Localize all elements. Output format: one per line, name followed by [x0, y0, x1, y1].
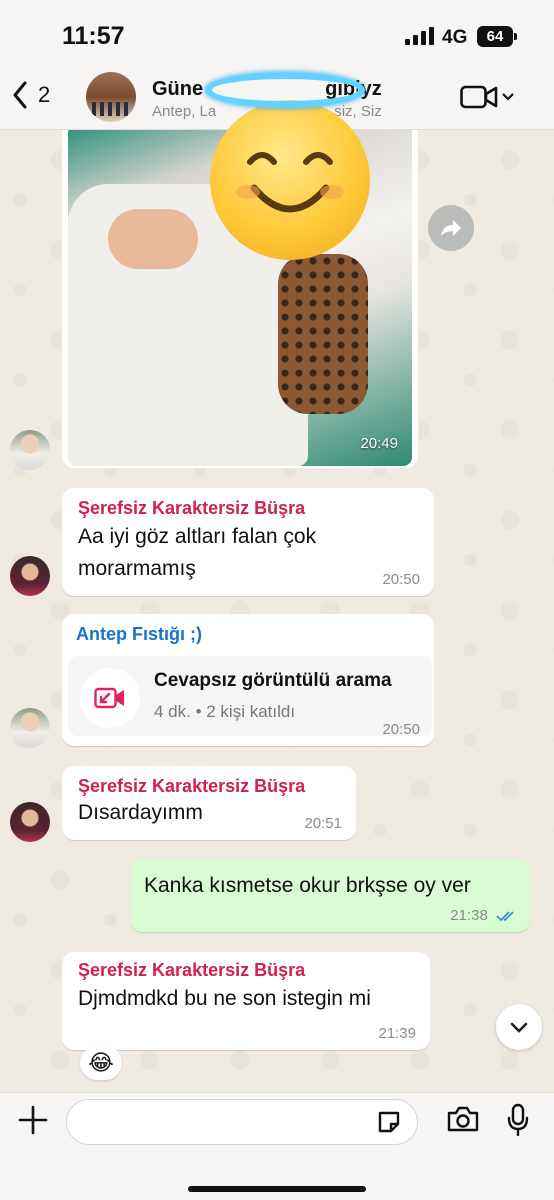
read-receipt-icon	[496, 911, 514, 922]
microphone-icon	[507, 1103, 529, 1137]
unread-count: 2	[38, 82, 51, 107]
message-input[interactable]	[66, 1099, 418, 1145]
message-time: 21:38	[450, 907, 488, 924]
battery-icon: 64	[477, 26, 517, 47]
status-bar: 11:57 4G 64	[0, 0, 554, 66]
message-time: 20:51	[304, 815, 342, 832]
photo-arm	[108, 209, 198, 269]
video-camera-icon	[460, 85, 498, 109]
signal-icon	[405, 27, 434, 45]
back-button[interactable]: 2	[10, 80, 50, 110]
scroll-to-bottom-button[interactable]	[496, 1004, 542, 1050]
microphone-button[interactable]	[506, 1103, 530, 1142]
chevron-left-icon	[13, 81, 27, 109]
sticker-icon	[378, 1111, 400, 1133]
network-type: 4G	[442, 27, 468, 48]
message-time: 20:50	[382, 721, 420, 738]
message-status: 21:38	[450, 907, 518, 924]
message-text: Kanka kısmetse okur brkşse oy ver	[144, 874, 471, 897]
photo-leopard-print	[278, 254, 368, 414]
message-time: 21:39	[378, 1025, 416, 1042]
message-bubble[interactable]: Şerefsiz Karaktersiz Büşra Djmdmdkd bu n…	[62, 952, 430, 1050]
message-reaction[interactable]: 😂	[80, 1046, 122, 1080]
missed-call-card[interactable]: Cevapsız görüntülü arama 4 dk. • 2 kişi …	[68, 656, 432, 736]
sender-name[interactable]: Antep Fıstığı ;)	[76, 624, 420, 645]
message-bubble[interactable]: Antep Fıstığı ;) Cevapsız görüntülü aram…	[62, 614, 434, 746]
halo-icon	[205, 72, 365, 108]
message-text-line2: morarmamış	[78, 557, 196, 580]
message-time: 20:50	[382, 571, 420, 588]
message-bubble[interactable]: Şerefsiz Karaktersiz Büşra Aa iyi göz al…	[62, 488, 434, 596]
message-time: 20:49	[360, 435, 398, 452]
video-call-button[interactable]	[460, 84, 514, 110]
composer-bar	[0, 1092, 554, 1200]
smiling-face-emoji-icon	[210, 100, 370, 260]
camera-icon	[447, 1106, 479, 1132]
chevron-down-icon	[502, 93, 514, 101]
avatar[interactable]	[10, 802, 50, 842]
outgoing-message-bubble[interactable]: Kanka kısmetse okur brkşse oy ver 21:38	[130, 860, 530, 932]
message-text: Djmdmdkd bu ne son istegin mi	[78, 987, 371, 1010]
chevron-down-icon	[510, 1022, 528, 1033]
group-avatar[interactable]	[86, 72, 136, 122]
home-indicator	[188, 1186, 366, 1192]
status-time: 11:57	[62, 22, 125, 50]
sender-name[interactable]: Şerefsiz Karaktersiz Büşra	[78, 498, 418, 519]
plus-icon	[18, 1105, 48, 1135]
forward-arrow-icon	[441, 220, 461, 236]
camera-button[interactable]	[446, 1105, 480, 1138]
sender-name[interactable]: Şerefsiz Karaktersiz Büşra	[78, 960, 414, 981]
missed-video-call-icon	[80, 668, 140, 728]
sender-name[interactable]: Şerefsiz Karaktersiz Büşra	[78, 776, 340, 797]
message-text: Dısardayımm	[78, 801, 203, 824]
call-title: Cevapsız görüntülü arama	[154, 670, 392, 691]
attach-button[interactable]	[16, 1103, 50, 1142]
participants-start: Antep, La	[152, 103, 217, 120]
chat-title-start: Güne	[152, 78, 204, 100]
message-text-line1: Aa iyi göz altları falan çok	[78, 525, 317, 548]
forward-button[interactable]	[428, 205, 474, 251]
avatar[interactable]	[10, 556, 50, 596]
avatar[interactable]	[10, 708, 50, 748]
message-bubble[interactable]: Şerefsiz Karaktersiz Büşra Dısardayımm 2…	[62, 766, 356, 840]
call-details: 4 dk. • 2 kişi katıldı	[154, 702, 296, 721]
avatar[interactable]	[10, 430, 50, 470]
sticker-button[interactable]	[376, 1109, 402, 1140]
